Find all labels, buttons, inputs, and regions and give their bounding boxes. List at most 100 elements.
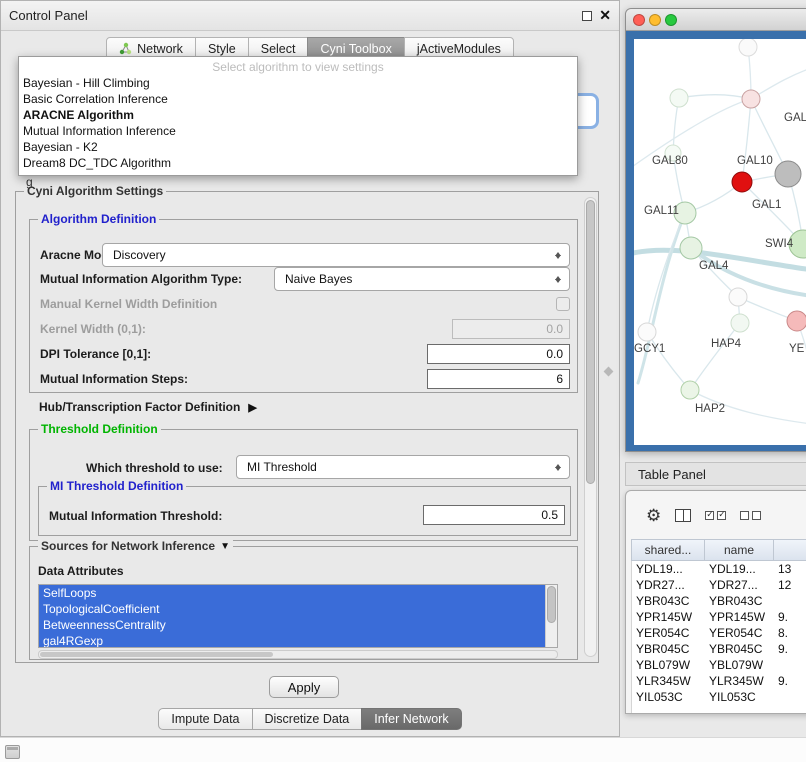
zoom-traffic-light[interactable] (665, 14, 677, 26)
table-row[interactable]: YDL19...YDL19...13 (632, 561, 806, 577)
combo-arrows-icon (553, 272, 564, 287)
screen: Control Panel ✕ NetworkStyleSelectCyni T… (0, 0, 806, 762)
manual-kernel-checkbox[interactable] (556, 297, 570, 311)
tab-infer-network[interactable]: Infer Network (361, 708, 461, 730)
network-node[interactable] (638, 323, 656, 341)
algorithm-option-basic-correlation-inference[interactable]: Basic Correlation Inference (19, 91, 577, 107)
table-cell: YER054C (632, 625, 705, 641)
column-header-name[interactable]: name (705, 540, 774, 560)
network-edge (690, 323, 740, 390)
table-cell: YPR145W (705, 609, 774, 625)
algorithm-option-bayesian-k2[interactable]: Bayesian - K2 (19, 139, 577, 155)
table-cell: YBR043C (705, 593, 774, 609)
network-node[interactable] (775, 161, 801, 187)
tab-label: Discretize Data (265, 712, 350, 726)
attribute-list-item[interactable]: BetweennessCentrality (39, 617, 545, 633)
table-row[interactable]: YBR043CYBR043C (632, 593, 806, 609)
mi-steps-field[interactable]: 6 (427, 369, 570, 389)
float-window-icon[interactable] (582, 11, 592, 21)
table-row[interactable]: YBL079WYBL079W (632, 657, 806, 673)
sources-group-title[interactable]: Sources for Network Inference ▼ (38, 539, 233, 553)
deselect-all-button[interactable] (740, 511, 761, 520)
tab-discretize-data[interactable]: Discretize Data (252, 708, 363, 730)
tab-label: Select (261, 42, 296, 56)
network-node[interactable] (681, 381, 699, 399)
hub-tf-definition-toggle[interactable]: Hub/Transcription Factor Definition ▶ (39, 400, 257, 414)
threshold-definition-group: Threshold Definition Which threshold to … (29, 429, 578, 541)
network-node[interactable] (732, 172, 752, 192)
network-node[interactable] (742, 90, 760, 108)
table-cell: YBL079W (705, 657, 774, 673)
network-node[interactable] (670, 89, 688, 107)
kernel-width-label: Kernel Width (0,1): (40, 322, 146, 336)
apply-button[interactable]: Apply (269, 676, 339, 698)
attribute-list-item[interactable]: TopologicalCoefficient (39, 601, 545, 617)
aracne-mode-select[interactable]: Discovery (102, 243, 570, 267)
table-cell: YIL053C (632, 689, 705, 705)
algorithm-definition-group: Algorithm Definition Aracne Mode: Discov… (29, 219, 578, 393)
sources-group: Sources for Network Inference ▼ Data Att… (29, 546, 578, 660)
list-horizontal-scrollbar[interactable] (38, 650, 558, 659)
network-window-titlebar[interactable] (626, 9, 806, 31)
window-title: Control Panel (9, 8, 88, 23)
algorithm-option-bayesian-hill-climbing[interactable]: Bayesian - Hill Climbing (19, 75, 577, 91)
checked-box-icon (717, 511, 726, 520)
algorithm-option-mutual-information-inference[interactable]: Mutual Information Inference (19, 123, 577, 139)
sources-title-text: Sources for Network Inference (41, 539, 215, 553)
close-traffic-light[interactable] (633, 14, 645, 26)
control-panel-titlebar[interactable]: Control Panel ✕ (1, 1, 619, 31)
mi-threshold-label: Mutual Information Threshold: (49, 509, 222, 523)
network-node[interactable] (729, 288, 747, 306)
table-row[interactable]: YIL053CYIL053C (632, 689, 806, 705)
scrollbar-thumb[interactable] (586, 200, 595, 484)
scrollbar-thumb[interactable] (40, 652, 273, 657)
close-icon[interactable]: ✕ (599, 7, 611, 24)
node-label-hap4: HAP4 (711, 338, 742, 350)
attribute-list-item[interactable]: SelfLoops (39, 585, 545, 601)
network-node[interactable] (680, 237, 702, 259)
minimize-traffic-light[interactable] (649, 14, 661, 26)
clipped-label-fragment: g (26, 175, 33, 189)
table-row[interactable]: YLR345WYLR345W9. (632, 673, 806, 689)
settings-scrollbar[interactable] (584, 197, 597, 657)
gear-icon[interactable]: ⚙ (646, 507, 661, 524)
algorithm-option-dream8-dc-tdc-algorithm[interactable]: Dream8 DC_TDC Algorithm (19, 155, 577, 171)
network-icon (119, 42, 132, 55)
data-attributes-list[interactable]: SelfLoopsTopologicalCoefficientBetweenne… (38, 584, 558, 648)
list-scrollbar[interactable] (545, 585, 557, 647)
hub-tf-definition-label: Hub/Transcription Factor Definition (39, 400, 240, 414)
network-node[interactable] (731, 314, 749, 332)
tab-label: Style (208, 42, 236, 56)
control-panel-bottom-tabs: Impute Data Discretize Data Infer Network (1, 708, 619, 730)
table-cell: YDL19... (705, 561, 774, 577)
network-node[interactable] (787, 311, 806, 331)
table-row[interactable]: YER054CYER054C8. (632, 625, 806, 641)
mi-type-select[interactable]: Naive Bayes (274, 267, 570, 291)
table-panel-window: ⚙ shared...name YDL19...YDL19...13YDR27.… (625, 490, 806, 714)
table-toolbar: ⚙ (626, 491, 806, 539)
which-threshold-select[interactable]: MI Threshold (236, 455, 570, 479)
algorithm-option-aracne-algorithm[interactable]: ARACNE Algorithm (19, 107, 577, 123)
scrollbar-thumb[interactable] (547, 586, 556, 623)
column-header-col2[interactable] (774, 540, 806, 560)
table-row[interactable]: YPR145WYPR145W9. (632, 609, 806, 625)
table-panel-titlebar[interactable]: Table Panel (625, 462, 806, 486)
table-cell (774, 657, 806, 673)
columns-icon[interactable] (675, 509, 691, 522)
table-row[interactable]: YDR27...YDR27...12 (632, 577, 806, 593)
minimized-window-icon[interactable] (5, 745, 20, 759)
network-canvas[interactable]: GAL80GAL10GAL8GAL11GAL1SWI4GAL4GCY1HAP4H… (634, 39, 806, 445)
node-label-gal4: GAL4 (699, 260, 729, 272)
column-header-shared[interactable]: shared... (632, 540, 705, 560)
mi-threshold-field[interactable]: 0.5 (423, 505, 565, 525)
network-canvas-frame: GAL80GAL10GAL8GAL11GAL1SWI4GAL4GCY1HAP4H… (626, 31, 806, 451)
network-node[interactable] (739, 39, 757, 56)
algorithm-definition-title: Algorithm Definition (38, 212, 159, 226)
network-edge (751, 65, 806, 99)
dpi-tolerance-field[interactable]: 0.0 (427, 344, 570, 364)
attribute-list-item[interactable]: gal4RGexp (39, 633, 545, 648)
table-row[interactable]: YBR045CYBR045C9. (632, 641, 806, 657)
kernel-width-field[interactable]: 0.0 (452, 319, 570, 339)
select-all-button[interactable] (705, 511, 726, 520)
tab-impute-data[interactable]: Impute Data (158, 708, 252, 730)
